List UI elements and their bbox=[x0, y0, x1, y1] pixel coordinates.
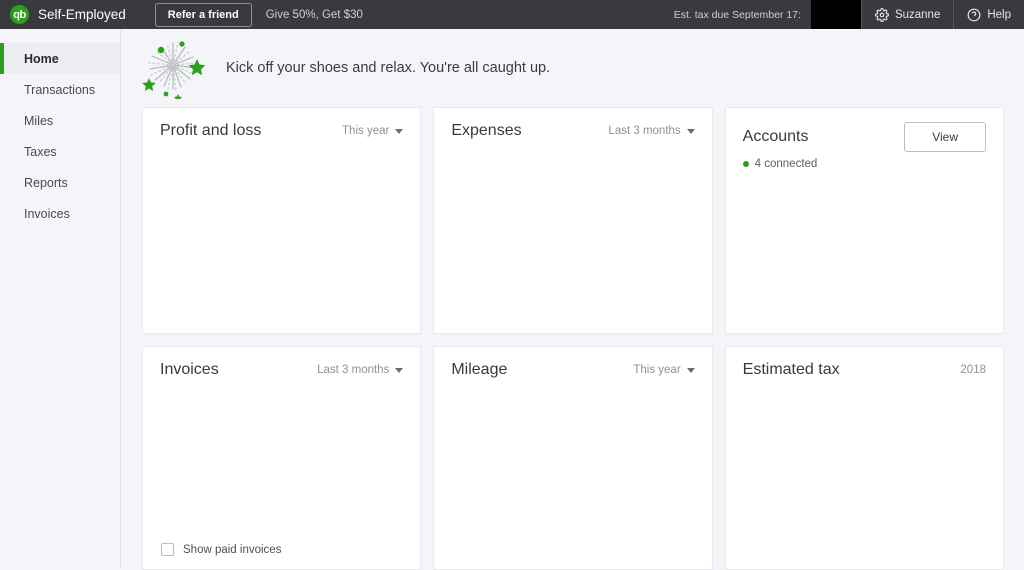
card-title: Invoices bbox=[160, 361, 219, 378]
chevron-down-icon bbox=[686, 367, 695, 373]
card-expenses: Expenses Last 3 months bbox=[433, 107, 713, 334]
estimated-tax-due-value bbox=[810, 0, 861, 29]
referral-offer-text: Give 50%, Get $30 bbox=[265, 8, 363, 21]
sidebar-item-label: Home bbox=[24, 51, 59, 66]
period-label: This year bbox=[342, 125, 390, 137]
quickbooks-logo-icon: qb bbox=[10, 5, 29, 24]
period-selector-profit-and-loss[interactable]: This year bbox=[342, 125, 404, 137]
help-button[interactable]: Help bbox=[954, 0, 1024, 29]
chevron-down-icon bbox=[395, 128, 404, 134]
sidebar-item-label: Taxes bbox=[24, 144, 57, 159]
card-estimated-tax: Estimated tax 2018 bbox=[724, 346, 1004, 570]
sidebar-item-transactions[interactable]: Transactions bbox=[0, 74, 120, 105]
settings-menu-button[interactable]: Suzanne bbox=[862, 0, 953, 29]
card-title: Expenses bbox=[451, 122, 522, 139]
chevron-down-icon bbox=[395, 367, 404, 373]
card-header: Mileage This year bbox=[434, 347, 711, 379]
card-profit-and-loss: Profit and loss This year bbox=[142, 107, 422, 334]
sidebar-item-home[interactable]: Home bbox=[0, 43, 120, 74]
sidebar-item-taxes[interactable]: Taxes bbox=[0, 136, 120, 167]
top-bar: qb Self-Employed Refer a friend Give 50%… bbox=[0, 0, 1024, 29]
card-title: Accounts bbox=[742, 128, 809, 145]
card-header: Estimated tax 2018 bbox=[726, 347, 1003, 379]
sidebar-item-label: Miles bbox=[24, 113, 54, 128]
logo-text: qb bbox=[13, 8, 26, 21]
accounts-connected-status: 4 connected bbox=[726, 152, 1003, 170]
card-accounts: Accounts View 4 connected bbox=[724, 107, 1004, 334]
card-header: Accounts View bbox=[726, 108, 1003, 152]
invoices-card-footer: Show paid invoices bbox=[143, 543, 420, 569]
card-header: Profit and loss This year bbox=[143, 108, 420, 140]
help-label: Help bbox=[987, 8, 1011, 21]
sidebar-item-label: Reports bbox=[24, 175, 68, 190]
card-invoices: Invoices Last 3 months Show paid invoice… bbox=[142, 346, 422, 570]
period-selector-mileage[interactable]: This year bbox=[633, 364, 695, 376]
sidebar-navigation: Home Transactions Miles Taxes Reports In… bbox=[0, 29, 121, 569]
status-badge: 4 connected bbox=[754, 158, 818, 170]
banner-message: Kick off your shoes and relax. You're al… bbox=[226, 60, 551, 76]
estimated-tax-due-label: Est. tax due September 17: bbox=[673, 8, 801, 21]
sidebar-item-reports[interactable]: Reports bbox=[0, 167, 120, 198]
sidebar-item-label: Invoices bbox=[24, 206, 70, 221]
main-content: Kick off your shoes and relax. You're al… bbox=[122, 29, 1024, 570]
gear-icon bbox=[874, 7, 889, 22]
card-title: Profit and loss bbox=[160, 122, 262, 139]
period-label: This year bbox=[633, 364, 681, 376]
show-paid-invoices-label: Show paid invoices bbox=[183, 543, 282, 556]
period-label: Last 3 months bbox=[317, 364, 390, 376]
card-title: Estimated tax bbox=[742, 361, 840, 378]
refer-a-friend-button[interactable]: Refer a friend bbox=[154, 2, 252, 27]
help-circle-icon bbox=[967, 8, 981, 22]
show-paid-invoices-checkbox[interactable] bbox=[161, 543, 174, 556]
caught-up-banner: Kick off your shoes and relax. You're al… bbox=[122, 29, 1024, 107]
period-label: Last 3 months bbox=[608, 125, 681, 137]
settings-user-name: Suzanne bbox=[894, 8, 941, 21]
status-dot-icon bbox=[742, 161, 749, 167]
sidebar-item-invoices[interactable]: Invoices bbox=[0, 198, 120, 229]
period-selector-invoices[interactable]: Last 3 months bbox=[317, 364, 404, 376]
card-header: Invoices Last 3 months bbox=[143, 347, 420, 379]
sidebar-item-miles[interactable]: Miles bbox=[0, 105, 120, 136]
firework-burst-icon bbox=[140, 37, 206, 102]
brand[interactable]: qb Self-Employed bbox=[0, 5, 126, 24]
brand-name: Self-Employed bbox=[38, 7, 126, 22]
period-selector-expenses[interactable]: Last 3 months bbox=[608, 125, 695, 137]
card-title: Mileage bbox=[451, 361, 508, 378]
estimated-tax-year: 2018 bbox=[960, 364, 986, 376]
sidebar-item-label: Transactions bbox=[24, 82, 96, 97]
dashboard-card-grid: Profit and loss This year Expenses Last … bbox=[122, 107, 1024, 570]
top-bar-right: Est. tax due September 17: Suzanne Help bbox=[674, 0, 1024, 29]
card-mileage: Mileage This year bbox=[433, 346, 713, 570]
view-accounts-button[interactable]: View bbox=[904, 122, 986, 152]
chevron-down-icon bbox=[686, 128, 695, 134]
card-header: Expenses Last 3 months bbox=[434, 108, 711, 140]
